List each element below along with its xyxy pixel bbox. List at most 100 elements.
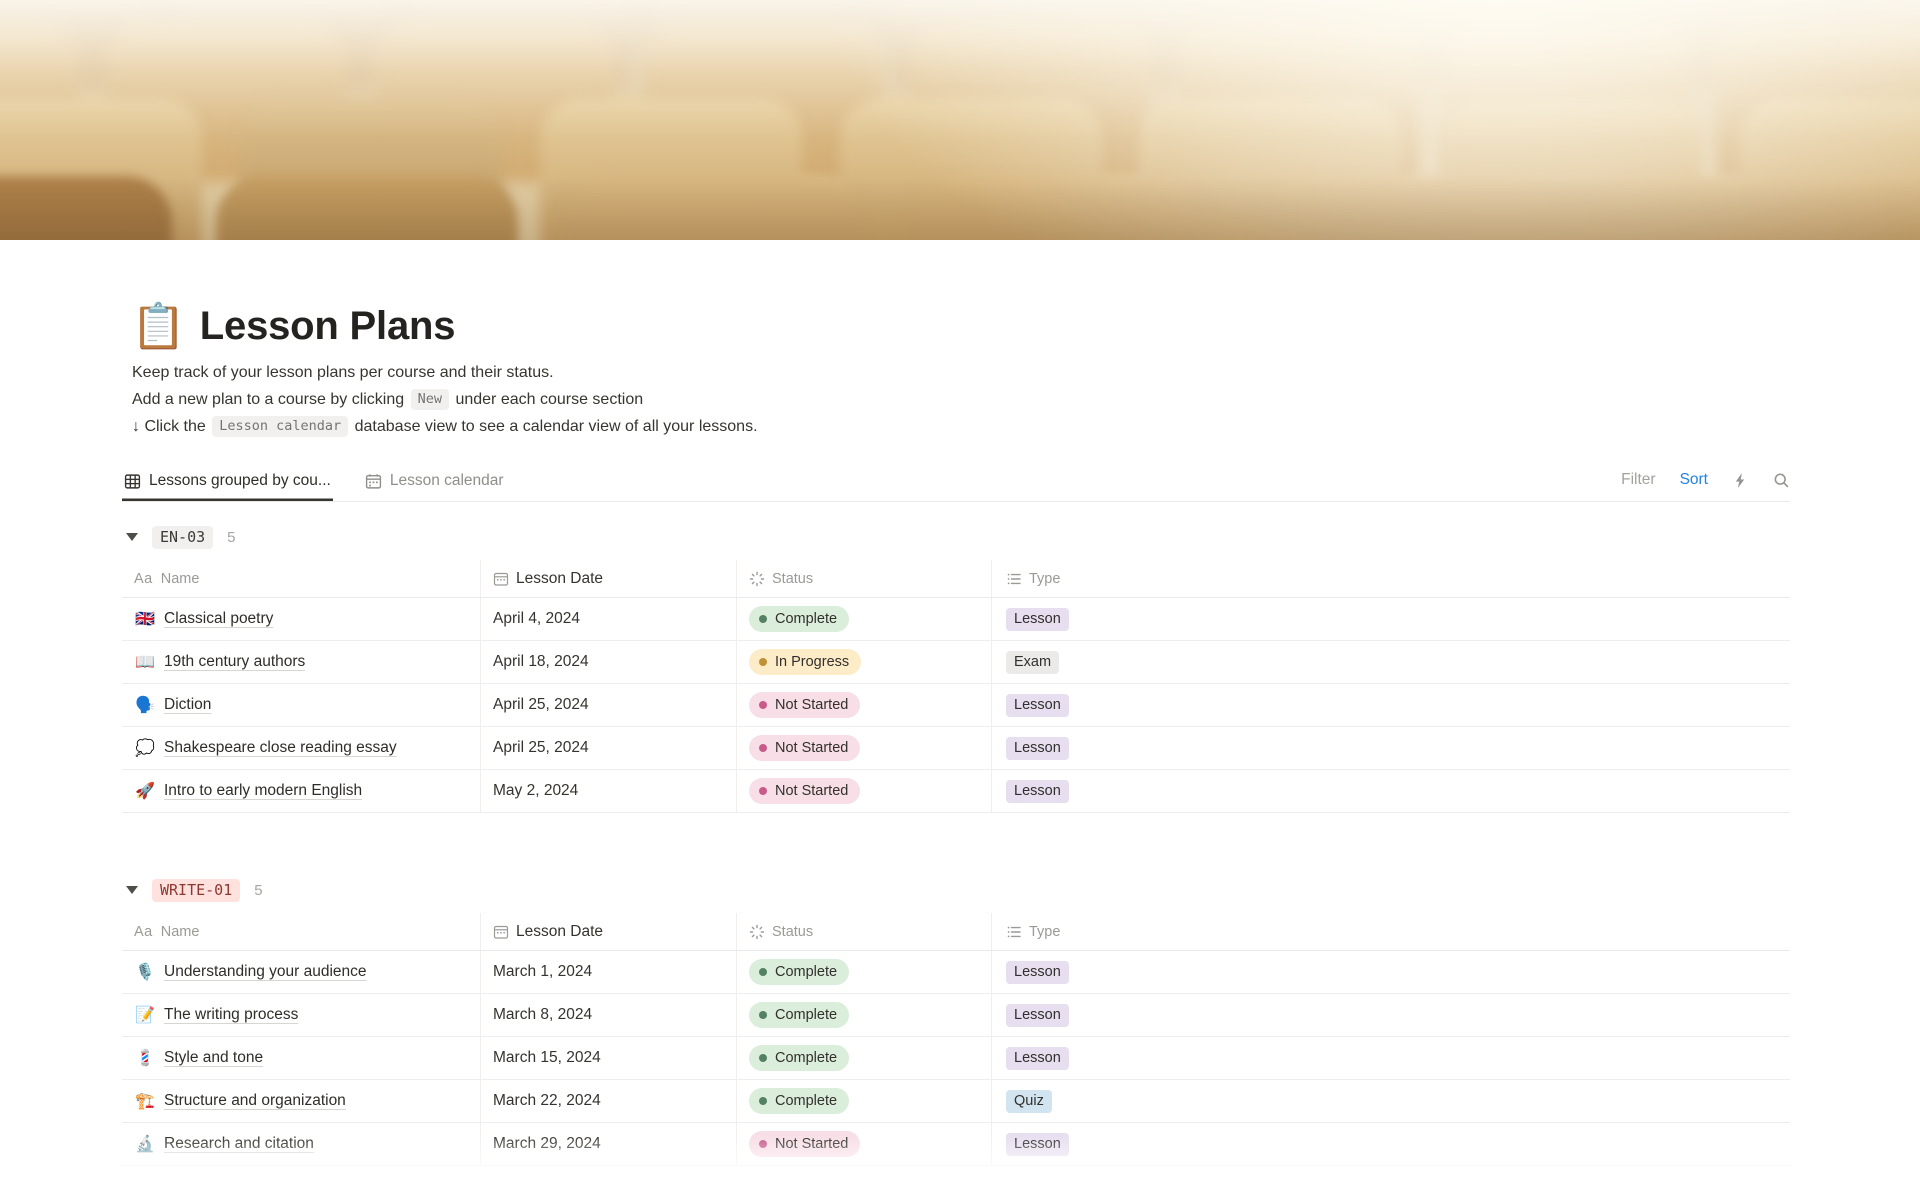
lightning-icon[interactable] [1732, 472, 1749, 489]
row-title[interactable]: Understanding your audience [164, 963, 367, 981]
tab-label: Lesson calendar [389, 472, 504, 489]
text-icon: Aa [134, 570, 153, 587]
row-title[interactable]: Style and tone [164, 1049, 263, 1067]
date-cell[interactable]: March 1, 2024 [481, 951, 737, 993]
row-title[interactable]: Structure and organization [164, 1092, 346, 1110]
date-cell[interactable]: April 4, 2024 [481, 598, 737, 640]
date-cell[interactable]: April 25, 2024 [481, 727, 737, 769]
sort-button[interactable]: Sort [1680, 471, 1708, 489]
type-cell[interactable]: Lesson [992, 684, 1790, 726]
column-header-name[interactable]: Aa Name [122, 913, 481, 950]
type-cell[interactable]: Lesson [992, 951, 1790, 993]
search-icon[interactable] [1773, 472, 1790, 489]
column-header-lesson-date[interactable]: Lesson Date [481, 560, 737, 597]
date-cell[interactable]: May 2, 2024 [481, 770, 737, 812]
table-row[interactable]: 🗣️ Diction April 25, 2024 Not Started Le… [122, 684, 1790, 727]
name-cell[interactable]: 🏗️ Structure and organization [122, 1080, 481, 1122]
table-row[interactable]: 🇬🇧 Classical poetry April 4, 2024 Comple… [122, 598, 1790, 641]
date-cell[interactable]: March 22, 2024 [481, 1080, 737, 1122]
date-cell[interactable]: April 18, 2024 [481, 641, 737, 683]
status-cell[interactable]: In Progress [737, 641, 992, 683]
column-header-type[interactable]: Type [992, 560, 1790, 597]
name-cell[interactable]: 📝 The writing process [122, 994, 481, 1036]
type-badge: Lesson [1006, 960, 1069, 984]
name-cell[interactable]: 💭 Shakespeare close reading essay [122, 727, 481, 769]
row-title[interactable]: Shakespeare close reading essay [164, 739, 397, 757]
table-row[interactable]: 🏗️ Structure and organization March 22, … [122, 1080, 1790, 1123]
table-row[interactable]: 📝 The writing process March 8, 2024 Comp… [122, 994, 1790, 1037]
group-toggle-icon[interactable] [126, 886, 138, 894]
column-header-name[interactable]: Aa Name [122, 560, 481, 597]
row-title[interactable]: Classical poetry [164, 610, 273, 628]
name-cell[interactable]: 🚀 Intro to early modern English [122, 770, 481, 812]
status-cell[interactable]: Not Started [737, 1123, 992, 1165]
name-cell[interactable]: 🗣️ Diction [122, 684, 481, 726]
type-cell[interactable]: Lesson [992, 770, 1790, 812]
type-cell[interactable]: Lesson [992, 1037, 1790, 1079]
status-cell[interactable]: Not Started [737, 770, 992, 812]
status-badge: Complete [749, 1045, 850, 1071]
type-cell[interactable]: Exam [992, 641, 1790, 683]
tab-lesson-calendar[interactable]: Lesson calendar [363, 464, 506, 501]
table-row[interactable]: 💈 Style and tone March 15, 2024 Complete… [122, 1037, 1790, 1080]
status-cell[interactable]: Complete [737, 598, 992, 640]
status-cell[interactable]: Complete [737, 951, 992, 993]
group-badge[interactable]: WRITE-01 [152, 878, 241, 902]
page-description: Keep track of your lesson plans per cour… [122, 359, 1790, 440]
status-cell[interactable]: Complete [737, 1037, 992, 1079]
column-header-type[interactable]: Type [992, 913, 1790, 950]
group-toggle-icon[interactable] [126, 533, 138, 541]
status-cell[interactable]: Not Started [737, 684, 992, 726]
table-row[interactable]: 📖 19th century authors April 18, 2024 In… [122, 641, 1790, 684]
group-badge[interactable]: EN-03 [152, 525, 214, 549]
date-cell[interactable]: March 8, 2024 [481, 994, 737, 1036]
name-cell[interactable]: 🎙️ Understanding your audience [122, 951, 481, 993]
column-header-status[interactable]: Status [737, 560, 992, 597]
description-line: ↓ Click the Lesson calendar database vie… [132, 416, 758, 437]
date-cell[interactable]: March 15, 2024 [481, 1037, 737, 1079]
date-cell[interactable]: April 25, 2024 [481, 684, 737, 726]
status-cell[interactable]: Not Started [737, 727, 992, 769]
row-title[interactable]: Diction [164, 696, 211, 714]
row-title[interactable]: The writing process [164, 1006, 298, 1024]
type-cell[interactable]: Quiz [992, 1080, 1790, 1122]
type-badge: Lesson [1006, 1132, 1069, 1156]
row-title[interactable]: Research and citation [164, 1135, 314, 1153]
name-cell[interactable]: 🇬🇧 Classical poetry [122, 598, 481, 640]
status-badge: Not Started [749, 778, 861, 804]
column-header-lesson-date[interactable]: Lesson Date [481, 913, 737, 950]
row-title[interactable]: 19th century authors [164, 653, 305, 671]
name-cell[interactable]: 🔬 Research and citation [122, 1123, 481, 1165]
row-emoji-icon: 🇬🇧 [135, 611, 155, 628]
table-row[interactable]: 🔬 Research and citation March 29, 2024 N… [122, 1123, 1790, 1166]
type-badge: Quiz [1006, 1089, 1052, 1113]
page-title: Lesson Plans [199, 304, 456, 348]
table-row[interactable]: 🎙️ Understanding your audience March 1, … [122, 951, 1790, 994]
row-emoji-icon: 💭 [135, 740, 155, 757]
date-cell[interactable]: March 29, 2024 [481, 1123, 737, 1165]
status-badge: Not Started [749, 1131, 861, 1157]
cover-image [0, 0, 1920, 240]
type-cell[interactable]: Lesson [992, 994, 1790, 1036]
description-line: Keep track of your lesson plans per cour… [132, 364, 554, 381]
type-cell[interactable]: Lesson [992, 1123, 1790, 1165]
type-badge: Exam [1006, 650, 1060, 674]
description-line: Add a new plan to a course by clicking N… [132, 389, 644, 410]
status-badge: Not Started [749, 735, 861, 761]
group-count: 5 [254, 881, 263, 899]
status-cell[interactable]: Complete [737, 994, 992, 1036]
name-cell[interactable]: 💈 Style and tone [122, 1037, 481, 1079]
list-icon [1006, 571, 1022, 587]
filter-button[interactable]: Filter [1621, 471, 1655, 489]
table-row[interactable]: 🚀 Intro to early modern English May 2, 2… [122, 770, 1790, 813]
row-title[interactable]: Intro to early modern English [164, 782, 362, 800]
tab-lessons-grouped-by-course[interactable]: Lessons grouped by cou... [122, 464, 333, 501]
type-cell[interactable]: Lesson [992, 727, 1790, 769]
column-header-status[interactable]: Status [737, 913, 992, 950]
status-dot-icon [759, 968, 767, 976]
name-cell[interactable]: 📖 19th century authors [122, 641, 481, 683]
status-badge: In Progress [749, 649, 862, 675]
type-cell[interactable]: Lesson [992, 598, 1790, 640]
table-row[interactable]: 💭 Shakespeare close reading essay April … [122, 727, 1790, 770]
status-cell[interactable]: Complete [737, 1080, 992, 1122]
